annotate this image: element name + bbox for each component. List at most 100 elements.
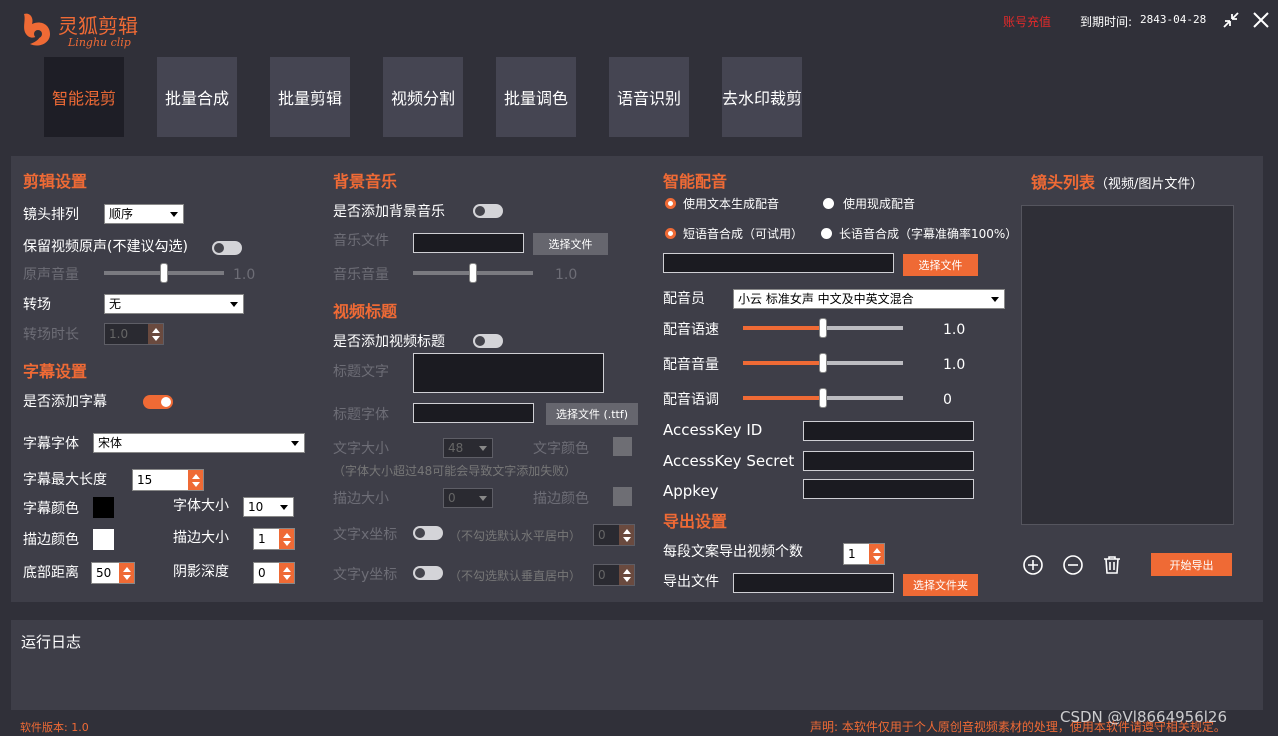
slider-handle[interactable]	[469, 263, 477, 283]
close-icon[interactable]	[1252, 11, 1270, 29]
export-count-stepper[interactable]: 1	[843, 543, 885, 565]
music-select-file-button[interactable]: 选择文件	[533, 233, 608, 255]
text-y-stepper[interactable]: 0	[593, 564, 635, 586]
bottom-distance-stepper[interactable]: 50	[91, 562, 135, 584]
tab-3[interactable]: 批量剪辑	[270, 57, 350, 137]
transition-duration-value: 1.0	[109, 327, 129, 341]
text-y-label: 文字y坐标	[333, 567, 398, 583]
decrement-icon[interactable]	[872, 555, 881, 561]
slider-fill	[743, 361, 823, 365]
text-x-stepper[interactable]: 0	[593, 524, 635, 546]
increment-icon[interactable]	[282, 532, 291, 538]
title-color-swatch[interactable]	[613, 437, 632, 456]
decrement-icon[interactable]	[122, 574, 131, 580]
collapse-icon[interactable]	[1222, 11, 1240, 29]
stroke-color-swatch[interactable]	[93, 529, 114, 550]
title-font-select-button[interactable]: 选择文件 (.ttf)	[546, 403, 638, 425]
dub-select-file-button[interactable]: 选择文件	[903, 254, 978, 276]
tab-2[interactable]: 批量合成	[157, 57, 237, 137]
shot-order-select[interactable]: 顺序	[104, 204, 184, 224]
radio-short-synth[interactable]	[665, 228, 676, 239]
slider-handle[interactable]	[819, 318, 827, 338]
select-folder-button[interactable]: 选择文件夹	[903, 574, 978, 596]
add-music-toggle[interactable]	[473, 204, 503, 218]
orig-volume-value: 1.0	[233, 267, 256, 283]
dub-speed-slider[interactable]	[743, 318, 903, 338]
increment-icon[interactable]	[122, 566, 131, 572]
subtitle-maxlen-stepper[interactable]: 15	[132, 469, 204, 491]
dub-speed-label: 配音语速	[663, 322, 719, 338]
shot-order-label: 镜头排列	[23, 207, 79, 223]
radio-short-synth-label: 短语音合成（可试用）	[683, 227, 804, 241]
dub-pitch-slider[interactable]	[743, 388, 903, 408]
radio-long-synth[interactable]	[821, 228, 832, 239]
stroke-size-stepper[interactable]: 1	[253, 528, 295, 550]
accesskey-secret-input[interactable]	[803, 451, 974, 471]
appkey-input[interactable]	[803, 479, 974, 499]
increment-icon[interactable]	[191, 473, 200, 479]
dub-volume-slider[interactable]	[743, 353, 903, 373]
tab-1[interactable]: 智能混剪	[44, 57, 124, 137]
increment-icon[interactable]	[151, 327, 160, 333]
decrement-icon[interactable]	[622, 576, 631, 582]
keep-audio-toggle[interactable]	[212, 241, 242, 255]
tab-4[interactable]: 视频分割	[383, 57, 463, 137]
slider-handle[interactable]	[819, 353, 827, 373]
dub-file-input[interactable]	[663, 253, 894, 273]
increment-icon[interactable]	[622, 528, 631, 534]
radio-existing-audio[interactable]	[823, 198, 834, 209]
text-x-value: 0	[598, 528, 606, 542]
tab-7[interactable]: 去水印裁剪	[722, 57, 802, 137]
text-y-toggle[interactable]	[413, 566, 443, 580]
music-file-input[interactable]	[413, 233, 524, 253]
transition-label: 转场	[23, 297, 51, 313]
add-title-toggle[interactable]	[473, 334, 503, 348]
music-volume-slider[interactable]	[413, 263, 533, 283]
shadow-depth-stepper[interactable]: 0	[253, 562, 295, 584]
decrement-icon[interactable]	[622, 536, 631, 542]
trash-icon[interactable]	[1101, 554, 1123, 576]
tab-6[interactable]: 语音识别	[609, 57, 689, 137]
export-file-input[interactable]	[733, 573, 894, 593]
music-title: 背景音乐	[333, 172, 398, 191]
recharge-link[interactable]: 账号充值	[1003, 13, 1051, 30]
increment-icon[interactable]	[872, 547, 881, 553]
subtitle-font-select[interactable]: 宋体	[93, 433, 305, 453]
radio-text-to-speech[interactable]	[665, 198, 676, 209]
export-settings-title: 导出设置	[663, 512, 728, 531]
add-circle-icon[interactable]	[1022, 554, 1044, 576]
font-size-select[interactable]: 10	[243, 497, 294, 517]
tab-5[interactable]: 批量调色	[496, 57, 576, 137]
subtitle-font-label: 字幕字体	[23, 436, 79, 452]
title-size-select[interactable]: 48	[443, 438, 493, 458]
increment-icon[interactable]	[282, 566, 291, 572]
voice-select[interactable]: 小云 标准女声 中文及中英文混合	[733, 289, 1005, 309]
increment-icon[interactable]	[622, 568, 631, 574]
title-stroke-select[interactable]: 0	[443, 488, 493, 508]
decrement-icon[interactable]	[282, 540, 291, 546]
subtitle-color-swatch[interactable]	[93, 497, 114, 518]
start-export-button[interactable]: 开始导出	[1151, 553, 1232, 576]
bottom-distance-value: 50	[96, 566, 112, 580]
slider-handle[interactable]	[819, 388, 827, 408]
decrement-icon[interactable]	[191, 481, 200, 487]
shot-list-box[interactable]	[1021, 205, 1234, 525]
transition-value: 无	[109, 297, 122, 311]
add-subtitle-toggle[interactable]	[143, 395, 173, 409]
decrement-icon[interactable]	[151, 335, 160, 341]
shadow-depth-value: 0	[258, 566, 266, 580]
logo-title: 灵狐剪辑	[58, 14, 138, 38]
transition-duration-stepper[interactable]: 1.0	[104, 323, 164, 345]
text-x-toggle[interactable]	[413, 526, 443, 540]
remove-circle-icon[interactable]	[1062, 554, 1084, 576]
orig-volume-slider[interactable]	[104, 263, 224, 283]
text-y-value: 0	[598, 568, 606, 582]
transition-select[interactable]: 无	[104, 294, 244, 314]
title-font-input[interactable]	[413, 403, 534, 423]
title-stroke-color-swatch[interactable]	[613, 487, 632, 506]
title-text-input[interactable]	[413, 353, 604, 393]
decrement-icon[interactable]	[282, 574, 291, 580]
slider-handle[interactable]	[160, 263, 168, 283]
accesskey-id-input[interactable]	[803, 421, 974, 441]
title-size-label: 文字大小	[333, 441, 389, 457]
